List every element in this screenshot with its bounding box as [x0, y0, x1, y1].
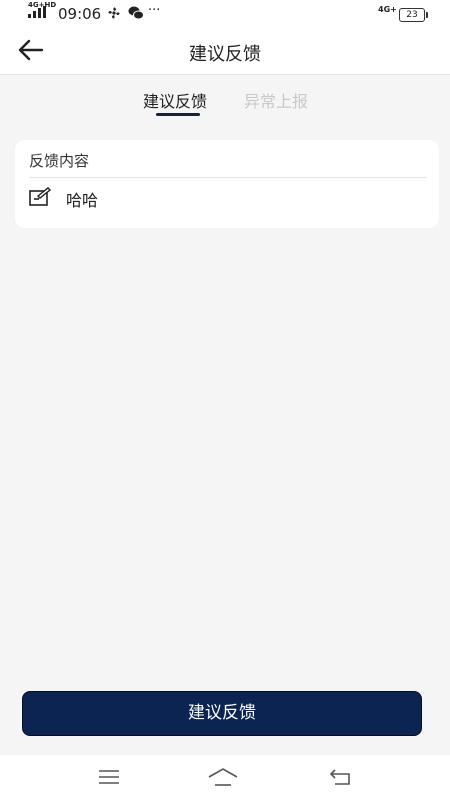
content-area: 反馈内容 哈哈 [0, 123, 450, 753]
submit-feedback-button[interactable]: 建议反馈 [22, 691, 422, 736]
tab-bar: 建议反馈 异常上报 [0, 75, 450, 123]
wechat-icon [128, 6, 144, 20]
signal-icon [28, 6, 46, 18]
menu-icon[interactable] [98, 769, 120, 785]
home-icon[interactable] [207, 767, 239, 787]
card-divider [29, 177, 427, 178]
edit-icon [29, 187, 51, 206]
feedback-content-label: 反馈内容 [29, 152, 90, 170]
tab-exception-report[interactable]: 异常上报 [244, 88, 308, 112]
status-bar: 4G+HD 09:06 ··· 4G+ 23 [0, 0, 450, 28]
tab-suggestion-feedback[interactable]: 建议反馈 [143, 88, 207, 112]
battery-icon: 23 [399, 8, 428, 22]
more-notifications-icon: ··· [148, 3, 161, 18]
network-indicator-right: 4G+ [378, 5, 397, 14]
nav-bar: 建议反馈 [0, 28, 450, 74]
clock: 09:06 [58, 5, 102, 23]
feedback-content-value[interactable]: 哈哈 [66, 187, 98, 211]
active-tab-indicator [156, 113, 200, 116]
system-nav-bar [0, 755, 450, 800]
battery-level: 23 [406, 10, 418, 20]
page-title: 建议反馈 [189, 44, 261, 65]
back-nav-icon[interactable] [329, 768, 351, 786]
fan-icon [108, 7, 120, 19]
feedback-card: 反馈内容 哈哈 [15, 140, 439, 228]
